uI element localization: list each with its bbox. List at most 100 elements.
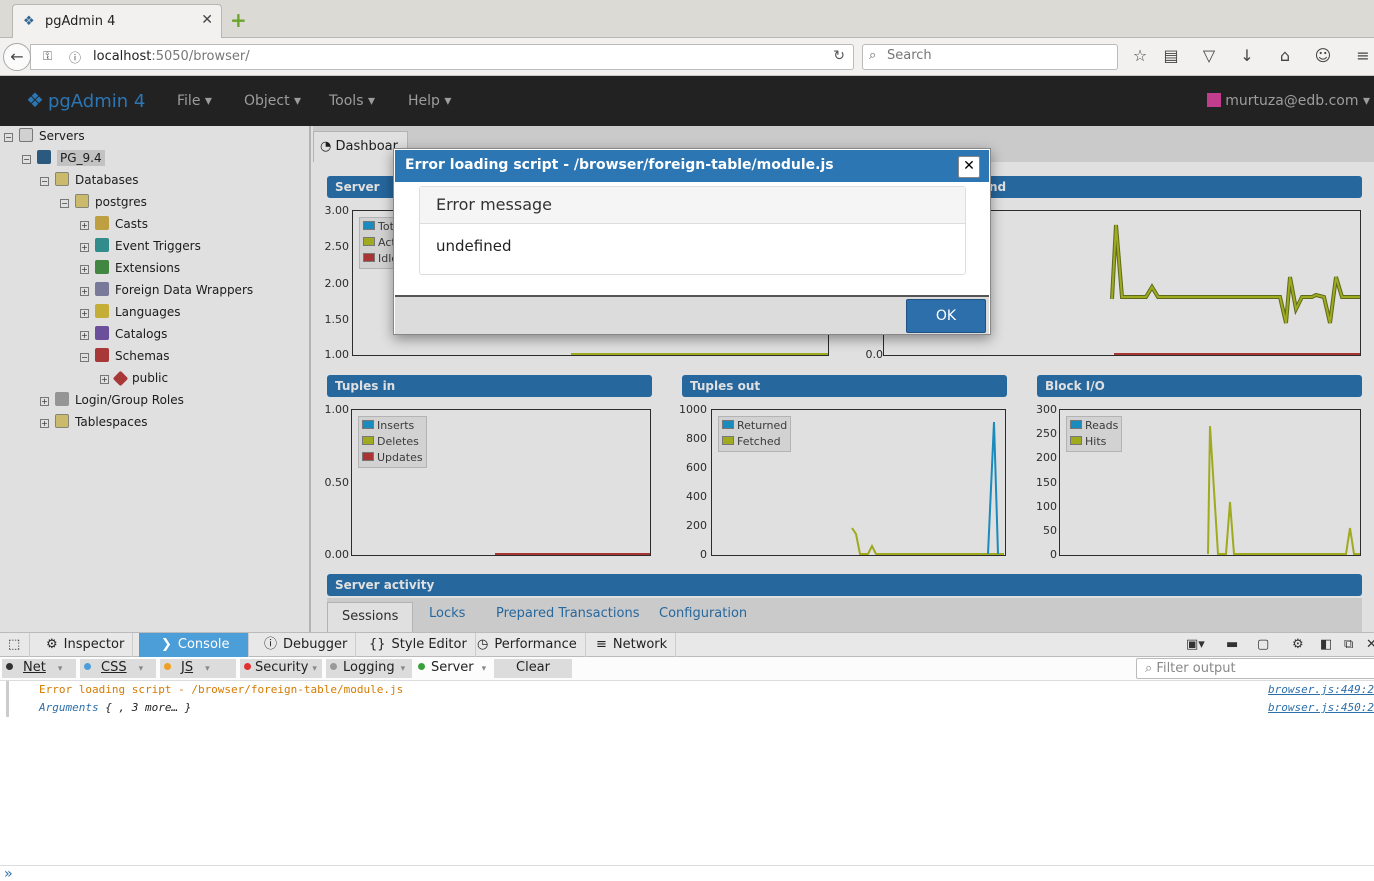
url-bar[interactable]: ⚿ ⓘ localhost:5050/browser/ ↻: [30, 44, 854, 70]
download-icon[interactable]: ↓: [1236, 46, 1258, 65]
frame-picker-icon[interactable]: ▣▾: [1186, 637, 1205, 652]
tab-style-editor[interactable]: {} Style Editor: [361, 633, 476, 657]
tab-performance[interactable]: ◷ Performance: [469, 633, 586, 657]
info-icon[interactable]: ⓘ: [69, 49, 81, 66]
search-bar[interactable]: ⌕: [862, 44, 1118, 70]
dialog-header: Error loading script - /browser/foreign-…: [395, 150, 989, 182]
elephant-logo-icon: ❖: [26, 88, 44, 112]
console-icon: ❯: [161, 637, 172, 652]
brand-text: pgAdmin 4: [47, 91, 146, 112]
log-message: Error loading script - /browser/foreign-…: [39, 683, 404, 696]
menu-help[interactable]: Help ▾: [408, 93, 451, 109]
pgadmin-brand[interactable]: ❖ pgAdmin 4: [26, 88, 145, 112]
status-dot: [330, 663, 337, 670]
reading-list-icon[interactable]: ▤: [1160, 46, 1182, 65]
braces-icon: {}: [369, 637, 386, 652]
log-arguments-value: { , 3 more… }: [98, 701, 192, 714]
filter-net-label: Net: [23, 660, 46, 675]
menu-object[interactable]: Object ▾: [244, 93, 301, 109]
filter-output-placeholder: Filter output: [1156, 661, 1236, 676]
filter-logging-label: Logging: [343, 660, 395, 675]
menu-help-label: Help: [408, 93, 440, 109]
error-dialog: Error loading script - /browser/foreign-…: [393, 148, 991, 335]
search-input[interactable]: [887, 48, 1107, 63]
close-tab-icon[interactable]: ✕: [201, 12, 213, 28]
log-message[interactable]: Arguments { , 3 more… }: [39, 699, 191, 717]
browser-tab-strip: ❖ pgAdmin 4 ✕ +: [0, 0, 1374, 38]
bookmark-star-icon[interactable]: ☆: [1129, 46, 1151, 65]
devtools-panel: ⬚ ⚙ Inspector ❯ Console ⓘ Debugger {} Style …: [0, 632, 1374, 881]
tab-network-label: Network: [612, 637, 668, 652]
browser-tab[interactable]: ❖ pgAdmin 4 ✕: [12, 4, 222, 38]
menu-tools-label: Tools: [329, 93, 364, 109]
tab-inspector[interactable]: ⚙ Inspector: [38, 633, 134, 657]
hamburger-menu-icon[interactable]: ≡: [1352, 46, 1374, 65]
log-source-link[interactable]: browser.js:450:2: [1268, 699, 1374, 717]
pick-element-button[interactable]: ⬚: [0, 633, 30, 657]
filter-js[interactable]: JS ▾: [160, 659, 236, 678]
url-text[interactable]: localhost:5050/browser/: [93, 49, 250, 64]
filter-css[interactable]: CSS ▾: [80, 659, 156, 678]
filter-js-label: JS: [181, 660, 194, 675]
dock-side-icon[interactable]: ◧: [1320, 637, 1332, 652]
close-icon: ✕: [963, 158, 975, 174]
console-filter-row: Net ▾ CSS ▾ JS ▾ Security ▾ Logging ▾ Server ▾…: [0, 657, 1374, 681]
tab-style-editor-label: Style Editor: [391, 637, 467, 652]
network-icon: ≡: [596, 637, 607, 652]
filter-server-label: Server: [431, 660, 474, 675]
console-log-row: Error loading script - /browser/foreign-…: [0, 681, 1374, 699]
error-box-message: undefined: [436, 237, 512, 255]
pgadmin-navbar: ❖ pgAdmin 4 File ▾ Object ▾ Tools ▾ Help …: [0, 76, 1374, 126]
tab-console[interactable]: ❯ Console: [139, 633, 249, 657]
user-menu[interactable]: murtuza@edb.com ▾: [1207, 93, 1370, 109]
settings-gear-icon[interactable]: ⚙: [1292, 637, 1304, 652]
reload-icon[interactable]: ↻: [833, 48, 845, 64]
undock-icon[interactable]: ⧉: [1344, 637, 1353, 652]
browser-nav-bar: ⚿ ⓘ localhost:5050/browser/ ↻ ← ⌕ ☆ ▤ ▽ …: [0, 38, 1374, 76]
filter-output-input[interactable]: ⌕ Filter output: [1136, 658, 1374, 679]
chat-icon[interactable]: ☺: [1312, 46, 1334, 65]
back-button[interactable]: ←: [3, 43, 31, 71]
log-marker: [6, 699, 9, 717]
ok-button[interactable]: OK: [906, 299, 986, 333]
responsive-mode-icon[interactable]: ▢: [1257, 637, 1269, 652]
url-path: :5050/browser/: [151, 49, 250, 64]
status-dot: [164, 663, 171, 670]
pgadmin-favicon-icon: ❖: [23, 14, 35, 29]
pick-element-icon: ⬚: [8, 637, 21, 652]
status-dot: [418, 663, 425, 670]
home-icon[interactable]: ⌂: [1274, 46, 1296, 65]
log-source-link[interactable]: browser.js:449:2: [1268, 681, 1374, 699]
filter-net[interactable]: Net ▾: [2, 659, 76, 678]
split-console-icon[interactable]: ▬: [1226, 637, 1238, 652]
error-box-title: Error message: [420, 187, 965, 224]
tab-network[interactable]: ≡ Network: [588, 633, 677, 657]
filter-server[interactable]: Server ▾: [414, 659, 492, 678]
filter-security-label: Security: [255, 660, 309, 675]
menu-object-label: Object: [244, 93, 290, 109]
new-tab-icon[interactable]: +: [230, 10, 247, 30]
browser-tab-title: pgAdmin 4: [45, 14, 116, 29]
status-dot: [6, 663, 13, 670]
filter-logging[interactable]: Logging ▾: [326, 659, 412, 678]
menu-tools[interactable]: Tools ▾: [329, 93, 375, 109]
search-icon: ⌕: [1145, 661, 1153, 676]
tab-debugger[interactable]: ⓘ Debugger: [256, 633, 357, 657]
key-icon[interactable]: ⚿: [43, 49, 52, 64]
close-devtools-icon[interactable]: ✕: [1366, 637, 1374, 652]
devtools-toolbar: ⬚ ⚙ Inspector ❯ Console ⓘ Debugger {} Style …: [0, 632, 1374, 657]
dialog-close-button[interactable]: ✕: [958, 156, 980, 178]
menu-file[interactable]: File ▾: [177, 93, 212, 109]
log-marker: [6, 681, 9, 699]
menu-file-label: File: [177, 93, 201, 109]
user-email: murtuza@edb.com: [1225, 93, 1359, 109]
user-avatar: [1207, 93, 1222, 107]
dialog-title: Error loading script - /browser/foreign-…: [405, 157, 834, 173]
search-icon: ⌕: [869, 48, 877, 63]
filter-security[interactable]: Security ▾: [240, 659, 322, 678]
console-prompt-icon[interactable]: »: [4, 866, 12, 881]
clear-button[interactable]: Clear: [494, 659, 572, 678]
pocket-icon[interactable]: ▽: [1198, 46, 1220, 65]
tab-performance-label: Performance: [494, 637, 577, 652]
tab-inspector-label: Inspector: [63, 637, 125, 652]
